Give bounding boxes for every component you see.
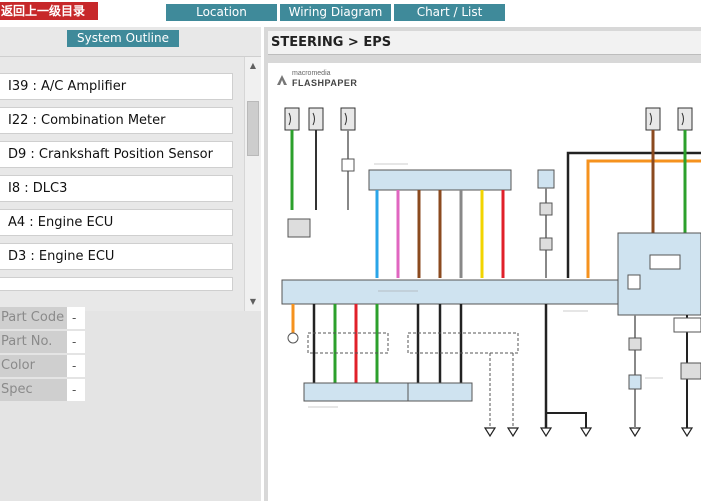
property-part-code: Part Code -: [0, 307, 85, 329]
wiring-diagram: [281, 107, 701, 438]
ground-symbols: [483, 427, 694, 438]
list-item[interactable]: D3 : Engine ECU: [0, 243, 233, 270]
scrollbar-thumb[interactable]: [247, 101, 259, 156]
scroll-down-icon[interactable]: ▼: [245, 295, 261, 309]
property-part-no: Part No. -: [0, 331, 85, 353]
nav-chart-list-button[interactable]: Chart / List: [394, 4, 505, 21]
property-spec: Spec -: [0, 379, 85, 401]
property-value: -: [67, 331, 85, 353]
back-to-parent-button[interactable]: 返回上一级目录: [0, 2, 98, 20]
scroll-up-icon[interactable]: ▲: [245, 59, 261, 73]
property-label: Part No.: [0, 331, 67, 353]
left-panel: System Outline I39 : A/C Amplifier I22 :…: [0, 27, 261, 501]
wiring-diagram-viewer[interactable]: macromedia FLASHPAPER: [268, 63, 701, 501]
fuse-group-left: [284, 107, 356, 131]
property-label: Color: [0, 355, 67, 377]
nav-location-button[interactable]: Location: [166, 4, 277, 21]
system-outline-button[interactable]: System Outline: [67, 30, 179, 47]
app-window: 返回上一级目录 Location Wiring Diagram Chart / …: [0, 0, 701, 501]
list-item[interactable]: A4 : Engine ECU: [0, 209, 233, 236]
list-item[interactable]: I39 : A/C Amplifier: [0, 73, 233, 100]
breadcrumb: STEERING > EPS: [268, 31, 701, 55]
property-value: -: [67, 355, 85, 377]
list-scrollbar[interactable]: ▲ ▼: [244, 57, 261, 311]
right-panel: STEERING > EPS macromedia FLASHPAPER: [264, 27, 701, 501]
property-label: Part Code: [0, 307, 67, 329]
list-item[interactable]: D9 : Crankshaft Position Sensor: [0, 141, 233, 168]
list-item[interactable]: I8 : DLC3: [0, 175, 233, 202]
property-label: Spec: [0, 379, 67, 401]
component-list: I39 : A/C Amplifier I22 : Combination Me…: [0, 57, 261, 311]
fuse-group-right: [645, 107, 693, 131]
property-color: Color -: [0, 355, 85, 377]
nav-wiring-diagram-button[interactable]: Wiring Diagram: [280, 4, 391, 21]
left-panel-header: System Outline: [0, 27, 261, 57]
list-item[interactable]: I22 : Combination Meter: [0, 107, 233, 134]
properties-panel: Part Code - Part No. - Color - Spec -: [0, 303, 85, 501]
property-value: -: [67, 307, 85, 329]
list-item-partial[interactable]: [0, 277, 233, 291]
property-value: -: [67, 379, 85, 401]
